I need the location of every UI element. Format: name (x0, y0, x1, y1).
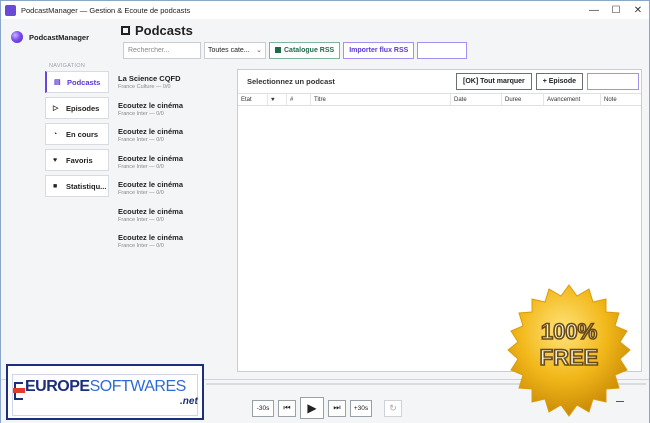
list-item[interactable]: Ecoutez le cinéma France Inter — 0/0 (113, 122, 233, 149)
sidebar-item-en-cours[interactable]: ◔ En cours (45, 123, 109, 145)
podcast-subtitle: France Inter — 0/0 (118, 190, 164, 196)
maximize-button[interactable]: ☐ (605, 1, 627, 19)
list-item[interactable]: Ecoutez le cinéma France Inter — 0/0 (113, 175, 233, 202)
podcast-title: Ecoutez le cinéma (118, 127, 184, 136)
title-bar: PodcastManager — Gestion & Ecoute de pod… (1, 1, 649, 19)
column-note[interactable]: Note (601, 94, 641, 106)
category-select[interactable]: Toutes cate... ⌄ (204, 41, 266, 59)
sidebar-item-label: Episodes (66, 103, 100, 113)
clock-icon: ◔ (53, 130, 58, 138)
panel-title: Selectionnez un podcast (247, 77, 335, 86)
nav-caption: NAVIGATION (49, 63, 86, 69)
stats-icon: ■ (53, 182, 58, 190)
column-avancement[interactable]: Avancement (544, 93, 601, 106)
list-item[interactable]: Ecoutez le cinéma France Inter — 0/0 (113, 96, 233, 123)
play-icon[interactable]: ▶ (300, 397, 324, 419)
search-input[interactable] (123, 41, 201, 59)
loop-icon[interactable]: ↻ (384, 399, 402, 417)
page-title: Podcasts (135, 23, 193, 38)
list-item[interactable]: Ecoutez le cinéma France Inter — 0/0 (113, 228, 233, 255)
list-item[interactable]: Ecoutez le cinéma France Inter — 0/0 (113, 149, 233, 176)
catalogue-rss-button[interactable]: Catalogue RSS (269, 41, 341, 59)
category-select-value: Toutes cate... (208, 46, 250, 54)
sidebar-item-label: En cours (66, 129, 99, 139)
list-item[interactable]: Ecoutez le cinéma France Inter — 0/0 (113, 202, 233, 229)
rewind-30-button[interactable]: -30s (252, 399, 274, 417)
brand-name: PodcastManager (29, 32, 90, 42)
badge-line-2: FREE (540, 345, 599, 370)
podcast-title: Ecoutez le cinéma (118, 100, 184, 110)
podcast-subtitle: France Inter — 0/0 (118, 216, 164, 223)
sidebar-item-episodes[interactable]: ▷ Episodes (45, 97, 109, 119)
brand: PodcastManager (11, 31, 89, 43)
column-favorite[interactable]: ♥ (268, 93, 287, 106)
episodes-table-header: Etat ♥ # Titre Date Duree Avancement Not… (238, 93, 641, 106)
mark-all-button[interactable]: [OK] Tout marquer (456, 73, 532, 90)
banner-logo-stripe (13, 388, 25, 393)
panel-header: Selectionnez un podcast [OK] Tout marque… (238, 70, 641, 94)
close-button[interactable]: ✕ (627, 1, 649, 19)
column-titre[interactable]: Titre (311, 93, 451, 106)
extra-header-button[interactable] (417, 41, 468, 59)
sidebar: PodcastManager NAVIGATION ▤ Podcasts ▷ E… (1, 19, 113, 379)
toolbar: Toutes cate... ⌄ Catalogue RSS Importer … (123, 41, 468, 59)
podcast-subtitle: France Inter — 0/0 (118, 163, 164, 170)
window-title: PodcastManager — Gestion & Ecoute de pod… (21, 5, 191, 15)
sidebar-item-label: Favoris (66, 155, 93, 165)
podcast-list: La Science CQFD France Culture — 0/0 Eco… (113, 69, 233, 372)
podcast-subtitle: France Culture — 0/0 (118, 84, 171, 90)
minimize-button[interactable]: — (583, 1, 605, 19)
banner-brand: EUROPESOFTWARES (25, 378, 186, 396)
app-icon (5, 4, 16, 16)
sidebar-item-favoris[interactable]: ♥ Favoris (45, 149, 109, 171)
badge-line-1: 100% (541, 319, 597, 344)
import-rss-button[interactable]: Importer flux RSS (343, 41, 415, 59)
nav-menu: ▤ Podcasts ▷ Episodes ◔ En cours ♥ Favor… (45, 71, 109, 201)
column-etat[interactable]: Etat (238, 93, 268, 106)
free-badge: 100% FREE (507, 284, 631, 417)
sidebar-item-label: Statistiqu... (66, 181, 107, 191)
sidebar-item-statistiques[interactable]: ■ Statistiqu... (45, 175, 109, 197)
list-item[interactable]: La Science CQFD France Culture — 0/0 (113, 69, 233, 96)
podcasts-icon: ▤ (54, 79, 61, 86)
brand-logo-icon (11, 31, 23, 43)
banner-brand-light: SOFTWARES (89, 378, 187, 395)
podcast-title: Ecoutez le cinéma (118, 206, 184, 216)
chevron-down-icon: ⌄ (256, 46, 262, 54)
sidebar-item-podcasts[interactable]: ▤ Podcasts (45, 71, 109, 93)
podcast-subtitle: France Inter — 0/0 (118, 243, 164, 249)
column-number[interactable]: # (287, 93, 311, 106)
column-date[interactable]: Date (451, 93, 502, 106)
heart-icon: ♥ (53, 156, 58, 164)
catalogue-rss-label: Catalogue RSS (284, 46, 335, 54)
podcast-title: Ecoutez le cinéma (118, 180, 184, 189)
page-header: Podcasts (121, 23, 193, 38)
forward-30-button[interactable]: +30s (350, 399, 372, 417)
banner-suffix: .net (180, 396, 198, 407)
banner-brand-bold: EUROPE (25, 378, 90, 395)
podcast-title: La Science CQFD (118, 74, 181, 83)
podcast-title: Ecoutez le cinéma (118, 233, 184, 242)
play-outline-icon: ▷ (53, 105, 59, 112)
podcast-title: Ecoutez le cinéma (118, 153, 184, 163)
panel-actions: [OK] Tout marquer + Episode (452, 73, 639, 90)
podcast-square-icon (121, 26, 130, 35)
add-episode-button[interactable]: + Episode (535, 73, 583, 90)
app-window: PodcastManager — Gestion & Ecoute de pod… (0, 0, 650, 423)
podcast-subtitle: France Inter — 0/0 (118, 137, 164, 143)
window-controls: — ☐ ✕ (583, 1, 649, 19)
europe-softwares-banner: EUROPESOFTWARES .net (6, 364, 204, 420)
catalogue-icon (275, 47, 281, 53)
extra-panel-button[interactable] (587, 73, 639, 90)
sidebar-item-label: Podcasts (67, 77, 101, 87)
previous-icon[interactable]: ⏮ (278, 399, 296, 417)
podcast-subtitle: France Inter — 0/0 (118, 110, 164, 117)
next-icon[interactable]: ⏭ (328, 399, 346, 417)
column-duree[interactable]: Duree (502, 93, 544, 106)
player-controls: -30s ⏮ ▶ ⏭ +30s ↻ (252, 397, 406, 419)
